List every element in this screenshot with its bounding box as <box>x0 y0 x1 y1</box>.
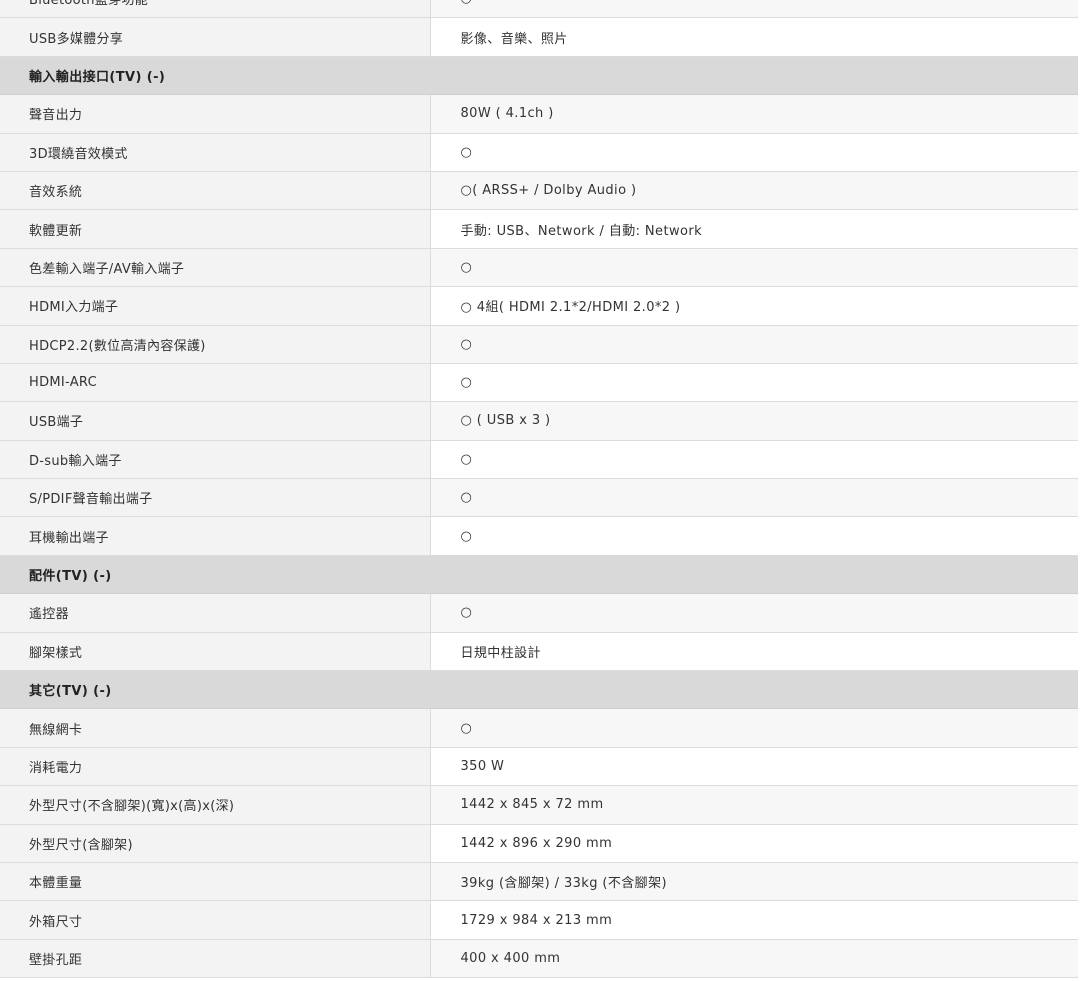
spec-value: 39kg (含腳架) / 33kg (不含腳架) <box>430 862 1078 902</box>
spec-value: ○ <box>430 440 1078 480</box>
spec-row: 音效系統 ○( ARSS+ / Dolby Audio ) <box>0 171 1078 211</box>
spec-label: D-sub輸入端子 <box>0 440 431 480</box>
spec-value: ○ <box>430 248 1078 288</box>
spec-row: HDCP2.2(數位高清內容保護) ○ <box>0 325 1078 364</box>
spec-value: 350 W <box>430 747 1078 787</box>
spec-table: Bluetooth藍芽功能○USB多媒體分享影像、音樂、照片輸入輸出接口(TV)… <box>0 0 1078 979</box>
spec-row: HDMI入力端子 ○ 4組( HDMI 2.1*2/HDMI 2.0*2 ) <box>0 286 1078 326</box>
spec-label: 壁掛孔距 <box>0 939 431 979</box>
spec-row: Bluetooth藍芽功能○ <box>0 0 1078 19</box>
spec-value: ○ <box>430 325 1078 364</box>
spec-value: 80W ( 4.1ch ) <box>430 94 1078 134</box>
spec-value: ○ <box>430 708 1078 748</box>
spec-label: 本體重量 <box>0 862 431 902</box>
spec-row: 軟體更新 手動: USB、Network / 自動: Network <box>0 209 1078 249</box>
spec-label: 腳架樣式 <box>0 632 431 672</box>
section-title: 配件(TV) (-) <box>0 555 1078 595</box>
spec-row: 耳機輸出端子 ○ <box>0 516 1078 556</box>
spec-value: ○ <box>430 133 1078 172</box>
spec-label: 耳機輸出端子 <box>0 516 431 556</box>
spec-row: 聲音出力 80W ( 4.1ch ) <box>0 94 1078 134</box>
spec-row: 壁掛孔距 400 x 400 mm <box>0 939 1078 979</box>
spec-value: ○ <box>430 478 1078 518</box>
spec-value: 手動: USB、Network / 自動: Network <box>430 209 1078 249</box>
spec-label: 外型尺寸(不含腳架)(寬)x(高)x(深) <box>0 785 431 825</box>
spec-label: USB端子 <box>0 401 431 441</box>
spec-label: HDMI入力端子 <box>0 286 431 326</box>
spec-value: 日規中柱設計 <box>430 632 1078 672</box>
spec-value: ○ <box>430 363 1078 403</box>
section-title: 輸入輸出接口(TV) (-) <box>0 56 1078 96</box>
spec-label: 軟體更新 <box>0 209 431 249</box>
spec-value: ○ <box>430 516 1078 556</box>
spec-label: HDCP2.2(數位高清內容保護) <box>0 325 431 364</box>
spec-row: 外型尺寸(不含腳架)(寬)x(高)x(深) 1442 x 845 x 72 mm <box>0 785 1078 825</box>
section-header: 配件(TV) (-) <box>0 555 1078 595</box>
spec-row: 外型尺寸(含腳架) 1442 x 896 x 290 mm <box>0 824 1078 863</box>
spec-value: 影像、音樂、照片 <box>430 17 1078 57</box>
spec-label: 3D環繞音效模式 <box>0 133 431 172</box>
spec-label: 外型尺寸(含腳架) <box>0 824 431 863</box>
spec-value: 400 x 400 mm <box>430 939 1078 979</box>
spec-row: 色差輸入端子/AV輸入端子 ○ <box>0 248 1078 288</box>
spec-value: 1729 x 984 x 213 mm <box>430 900 1078 940</box>
spec-row: USB端子 ○ ( USB x 3 ) <box>0 401 1078 441</box>
section-header: 其它(TV) (-) <box>0 670 1078 710</box>
spec-row: 消耗電力 350 W <box>0 747 1078 787</box>
spec-row: USB多媒體分享 影像、音樂、照片 <box>0 17 1078 57</box>
spec-row: 腳架樣式 日規中柱設計 <box>0 632 1078 672</box>
spec-value: ○( ARSS+ / Dolby Audio ) <box>430 171 1078 211</box>
spec-row: HDMI-ARC ○ <box>0 363 1078 403</box>
spec-row: 外箱尺寸 1729 x 984 x 213 mm <box>0 900 1078 940</box>
spec-value: ○ <box>430 0 1078 19</box>
spec-row: D-sub輸入端子 ○ <box>0 440 1078 480</box>
spec-label: 遙控器 <box>0 593 431 633</box>
spec-value: ○ <box>430 593 1078 633</box>
spec-table-body: Bluetooth藍芽功能○USB多媒體分享影像、音樂、照片輸入輸出接口(TV)… <box>0 0 1078 979</box>
spec-label: HDMI-ARC <box>0 363 431 403</box>
spec-label: USB多媒體分享 <box>0 17 431 57</box>
spec-row: 本體重量 39kg (含腳架) / 33kg (不含腳架) <box>0 862 1078 902</box>
section-header: 輸入輸出接口(TV) (-) <box>0 56 1078 96</box>
spec-label: 外箱尺寸 <box>0 900 431 940</box>
section-title: 其它(TV) (-) <box>0 670 1078 710</box>
spec-label: 聲音出力 <box>0 94 431 134</box>
spec-row: 3D環繞音效模式 ○ <box>0 133 1078 172</box>
spec-label: Bluetooth藍芽功能 <box>0 0 431 19</box>
spec-label: 色差輸入端子/AV輸入端子 <box>0 248 431 288</box>
spec-label: 無線網卡 <box>0 708 431 748</box>
spec-label: 消耗電力 <box>0 747 431 787</box>
spec-row: S/PDIF聲音輸出端子 ○ <box>0 478 1078 518</box>
spec-value: ○ ( USB x 3 ) <box>430 401 1078 441</box>
spec-value: 1442 x 896 x 290 mm <box>430 824 1078 863</box>
spec-label: S/PDIF聲音輸出端子 <box>0 478 431 518</box>
spec-label: 音效系統 <box>0 171 431 211</box>
spec-row: 遙控器 ○ <box>0 593 1078 633</box>
spec-row: 無線網卡 ○ <box>0 708 1078 748</box>
spec-value: 1442 x 845 x 72 mm <box>430 785 1078 825</box>
spec-value: ○ 4組( HDMI 2.1*2/HDMI 2.0*2 ) <box>430 286 1078 326</box>
